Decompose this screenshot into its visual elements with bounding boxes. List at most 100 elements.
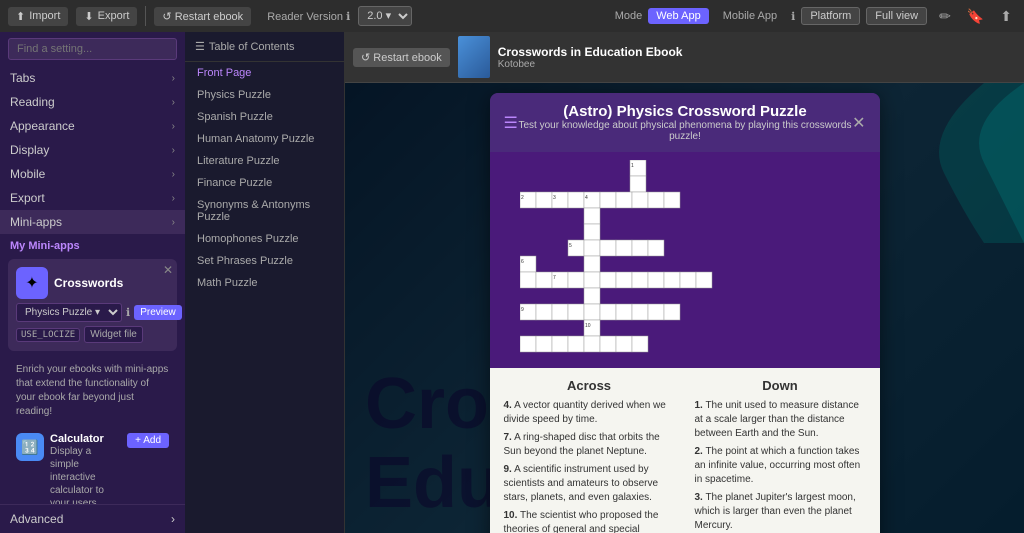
chevron-down-icon: › [171, 512, 175, 526]
toc-item-frontpage[interactable]: Front Page [185, 62, 344, 84]
toc-item-physics[interactable]: Physics Puzzle [185, 84, 344, 106]
calculator-app: 🔢 Calculator Display a simple interactiv… [8, 427, 177, 504]
list-icon: ☰ [195, 40, 205, 53]
separator [145, 6, 146, 26]
restart-button[interactable]: ↺ Restart ebook [353, 48, 450, 67]
modal-title-area: (Astro) Physics Crossword Puzzle Test yo… [518, 103, 852, 142]
fullview-button[interactable]: Full view [866, 7, 927, 25]
across-column: Across 4. A vector quantity derived when… [504, 378, 675, 533]
chevron-right-icon: › [172, 217, 175, 228]
app-header: ✦ Crosswords [16, 267, 169, 299]
calculator-icon: 🔢 [16, 433, 44, 461]
top-bar: ⬆ Import ⬇ Export ↺ Restart ebook Reader… [0, 0, 1024, 32]
clue-down-3: 3. The planet Jupiter's largest moon, wh… [695, 491, 866, 533]
svg-text:6: 6 [521, 259, 524, 265]
export-button[interactable]: ⬇ Export [76, 7, 137, 26]
clues-columns: Across 4. A vector quantity derived when… [504, 378, 866, 533]
chevron-right-icon: › [172, 73, 175, 84]
info-icon-small: ℹ [126, 306, 130, 319]
toc-header: ☰ Table of Contents [185, 32, 344, 62]
toc-item-homophones[interactable]: Homophones Puzzle [185, 228, 344, 250]
app-content: Calculator Display a simple interactive … [50, 433, 121, 504]
my-miniapps-title: My Mini-apps [0, 234, 185, 255]
toc-item-finance[interactable]: Finance Puzzle [185, 172, 344, 194]
book-cover-thumbnail [458, 36, 490, 78]
toc-item-spanish[interactable]: Spanish Puzzle [185, 106, 344, 128]
toc-item-literature[interactable]: Literature Puzzle [185, 150, 344, 172]
sidebar-search-area [0, 32, 185, 66]
clue-across-7: 7. A ring-shaped disc that orbits the Su… [504, 431, 675, 459]
sidebar-item-appearance[interactable]: Appearance › [0, 114, 185, 138]
enrich-text: Enrich your ebooks with mini-apps that e… [8, 359, 177, 427]
svg-text:5: 5 [569, 243, 572, 249]
crosswords-app-card: ✕ ✦ Crosswords Physics Puzzle ▾ ℹ Previe… [8, 259, 177, 351]
sidebar-item-display[interactable]: Display › [0, 138, 185, 162]
svg-text:10: 10 [585, 323, 591, 329]
chevron-right-icon: › [172, 97, 175, 108]
svg-text:9: 9 [521, 307, 524, 313]
web-app-tab[interactable]: Web App [648, 8, 708, 24]
import-button[interactable]: ⬆ Import [8, 7, 68, 26]
chevron-right-icon: › [172, 145, 175, 156]
crossword-svg: .cell { fill: white; stroke: #999; strok… [520, 160, 850, 360]
crossword-grid[interactable]: .cell { fill: white; stroke: #999; strok… [490, 152, 880, 368]
widget-file-button[interactable]: Widget file [84, 326, 143, 343]
ebook-content: ✦ ✦ ✦ Crosswords inEducation ☰ (Astro) P… [345, 83, 1024, 533]
sidebar-item-tabs[interactable]: Tabs › [0, 66, 185, 90]
modal-header: ☰ (Astro) Physics Crossword Puzzle Test … [490, 93, 880, 152]
app-row2: USE_LOCIZE Widget file [16, 326, 169, 343]
book-info: Crosswords in Education Ebook Kotobee [458, 36, 1016, 78]
toc-item-math[interactable]: Math Puzzle [185, 272, 344, 294]
chevron-right-icon: › [172, 193, 175, 204]
preview-button[interactable]: Preview [134, 305, 182, 320]
sidebar-item-export[interactable]: Export › [0, 186, 185, 210]
version-select[interactable]: 2.0 ▾ [358, 6, 412, 26]
advanced-item[interactable]: Advanced › [10, 509, 175, 529]
toc-item-setphrases[interactable]: Set Phrases Puzzle [185, 250, 344, 272]
mini-apps-section: ✕ ✦ Crosswords Physics Puzzle ▾ ℹ Previe… [0, 255, 185, 504]
ebook-topbar: ↺ Restart ebook Crosswords in Education … [345, 32, 1024, 83]
mode-section: Mode Web App Mobile App ℹ Platform Full … [615, 7, 927, 25]
search-input[interactable] [8, 38, 177, 60]
add-calculator-button[interactable]: + Add [127, 433, 169, 448]
clue-across-4: 4. A vector quantity derived when we div… [504, 399, 675, 427]
main-layout: Tabs › Reading › Appearance › Display › … [0, 32, 1024, 533]
puzzle-select[interactable]: Physics Puzzle ▾ [16, 303, 122, 322]
crosswords-icon: ✦ [16, 267, 48, 299]
book-title-area: Crosswords in Education Ebook Kotobee [498, 45, 683, 70]
toc-panel: ☰ Table of Contents Front Page Physics P… [185, 32, 345, 533]
modal-overlay: ☰ (Astro) Physics Crossword Puzzle Test … [345, 83, 1024, 533]
sidebar: Tabs › Reading › Appearance › Display › … [0, 32, 185, 533]
svg-text:1: 1 [631, 163, 634, 169]
sidebar-item-miniapps[interactable]: Mini-apps › [0, 210, 185, 234]
clues-section: Across 4. A vector quantity derived when… [490, 368, 880, 533]
close-crosswords-button[interactable]: ✕ [163, 263, 173, 277]
clue-down-1: 1. The unit used to measure distance at … [695, 399, 866, 441]
app-controls: Physics Puzzle ▾ ℹ Preview [16, 303, 169, 322]
toc-item-anatomy[interactable]: Human Anatomy Puzzle [185, 128, 344, 150]
platform-button[interactable]: Platform [801, 7, 860, 25]
edit-icon[interactable]: ✏ [935, 6, 955, 27]
chevron-right-icon: › [172, 121, 175, 132]
svg-text:4: 4 [585, 195, 588, 201]
clue-down-2: 2. The point at which a function takes a… [695, 445, 866, 487]
bookmark-icon[interactable]: 🔖 [963, 6, 988, 27]
restart-ebook-button[interactable]: ↺ Restart ebook [154, 7, 251, 26]
toc-item-synonyms[interactable]: Synonyms & Antonyms Puzzle [185, 194, 344, 228]
sidebar-footer: Advanced › [0, 504, 185, 533]
grid-container: .cell { fill: white; stroke: #999; strok… [498, 160, 872, 360]
menu-icon[interactable]: ☰ [504, 113, 518, 133]
modal-close-button[interactable]: ✕ [852, 113, 865, 133]
svg-text:2: 2 [521, 195, 524, 201]
info-icon: ℹ [791, 10, 795, 23]
import-icon: ⬆ [16, 10, 25, 23]
clue-across-10: 10. The scientist who proposed the theor… [504, 509, 675, 533]
ebook-area: ↺ Restart ebook Crosswords in Education … [345, 32, 1024, 533]
export-icon: ⬇ [84, 10, 93, 23]
sidebar-item-mobile[interactable]: Mobile › [0, 162, 185, 186]
app-title: Crosswords [54, 276, 123, 290]
share-icon[interactable]: ⬆ [996, 6, 1016, 27]
svg-text:3: 3 [553, 195, 556, 201]
mobile-app-tab[interactable]: Mobile App [715, 8, 785, 24]
sidebar-item-reading[interactable]: Reading › [0, 90, 185, 114]
